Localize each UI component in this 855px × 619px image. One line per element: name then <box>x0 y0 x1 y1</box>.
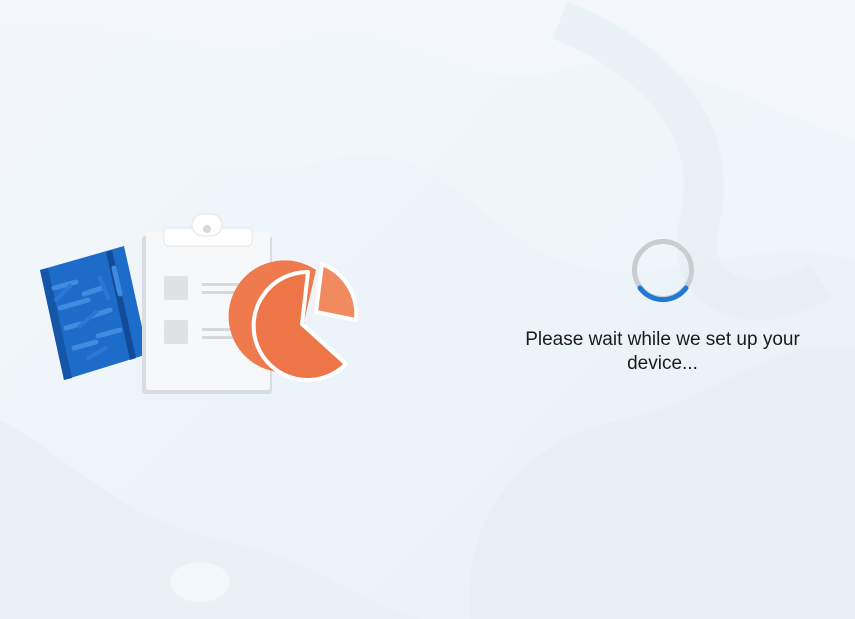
setup-illustration <box>36 208 366 403</box>
loading-spinner-icon <box>631 239 694 303</box>
setup-screen: Please wait while we set up your device.… <box>0 0 855 619</box>
notebook-icon <box>40 246 148 380</box>
status-message: Please wait while we set up your device.… <box>525 329 800 374</box>
setup-status: Please wait while we set up your device.… <box>470 236 855 376</box>
